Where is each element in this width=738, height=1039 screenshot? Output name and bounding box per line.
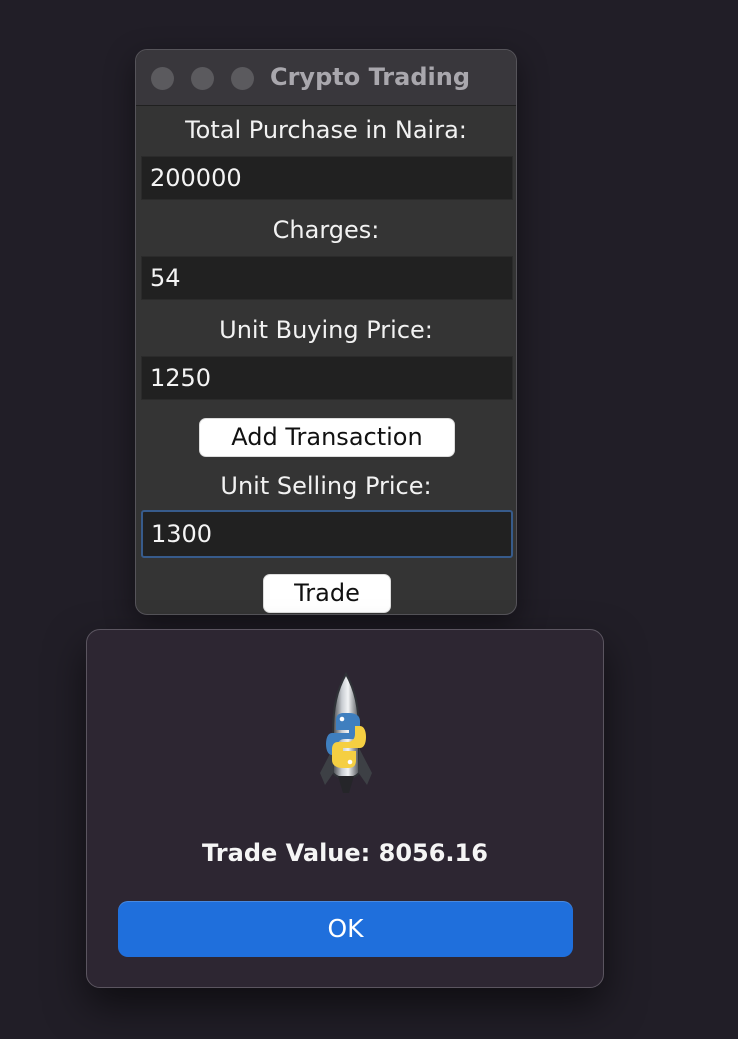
total-purchase-label: Total Purchase in Naira:	[185, 116, 467, 144]
window-titlebar[interactable]: Crypto Trading	[136, 50, 516, 106]
trade-value-dialog: Trade Value: 8056.16 OK	[86, 629, 604, 988]
crypto-trading-window: Crypto Trading Total Purchase in Naira: …	[135, 49, 517, 615]
window-title: Crypto Trading	[269, 63, 471, 91]
close-window-icon[interactable]	[151, 67, 174, 90]
zoom-window-icon[interactable]	[231, 67, 254, 90]
python-rocket-icon	[320, 672, 372, 793]
ok-button[interactable]: OK	[118, 901, 573, 957]
unit-buying-price-input[interactable]	[141, 356, 513, 400]
unit-selling-price-label: Unit Selling Price:	[220, 472, 432, 500]
total-purchase-input[interactable]	[141, 156, 513, 200]
add-transaction-button[interactable]: Add Transaction	[199, 418, 455, 457]
unit-selling-price-input[interactable]	[141, 510, 513, 558]
minimize-window-icon[interactable]	[191, 67, 214, 90]
trade-button[interactable]: Trade	[263, 574, 391, 613]
unit-buying-price-label: Unit Buying Price:	[219, 316, 433, 344]
charges-input[interactable]	[141, 256, 513, 300]
trade-value-message: Trade Value: 8056.16	[202, 839, 488, 867]
charges-label: Charges:	[272, 216, 380, 244]
